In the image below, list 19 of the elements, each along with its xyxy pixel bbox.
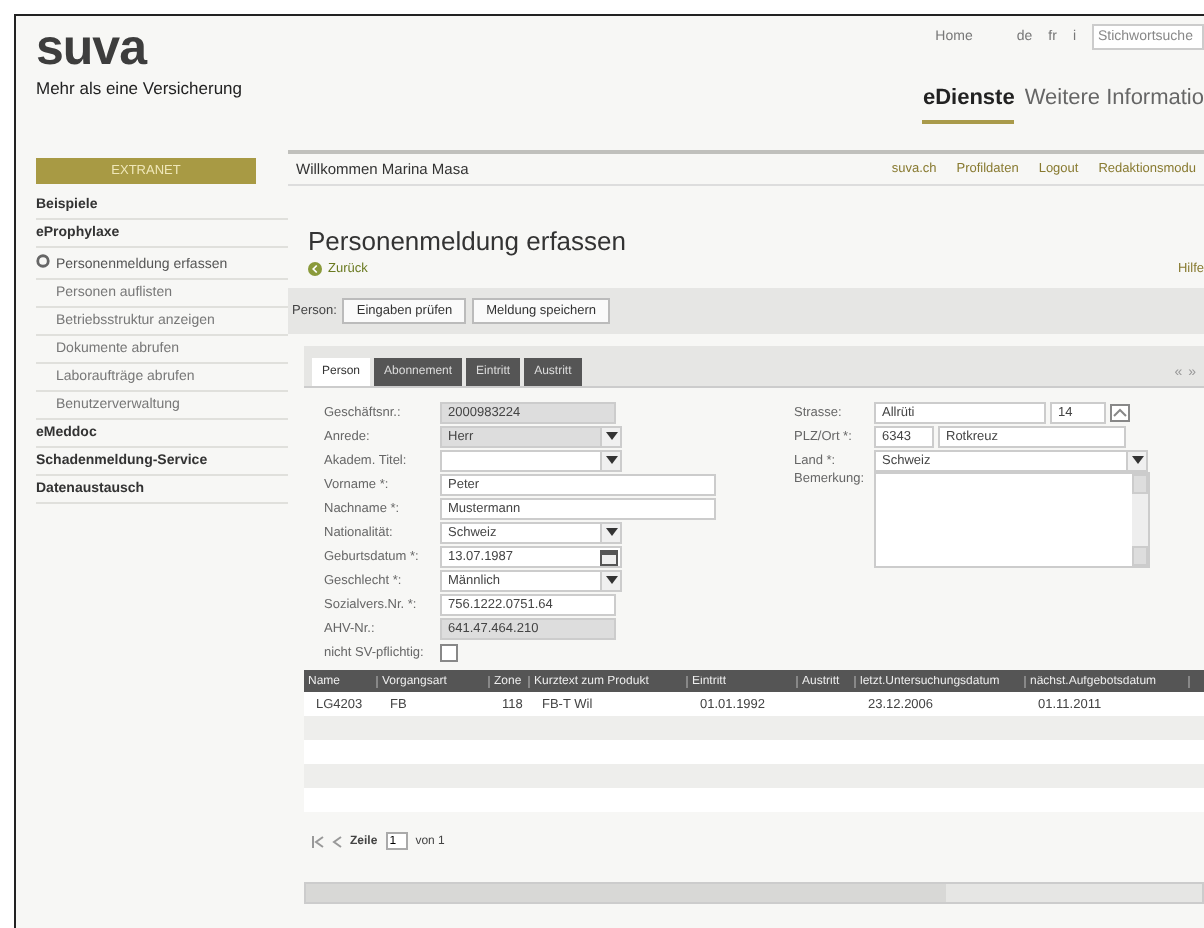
remark-textarea[interactable]	[874, 472, 1150, 568]
nav-tab[interactable]: eDienste	[922, 86, 1015, 124]
first-page-icon[interactable]	[312, 835, 324, 847]
back-icon	[308, 262, 322, 276]
caret-icon	[605, 432, 617, 440]
nav-tab[interactable]: Weitere Informatio	[1024, 86, 1204, 124]
address-icon[interactable]	[1110, 403, 1130, 421]
dropdown[interactable]	[440, 449, 622, 471]
checkbox[interactable]	[440, 643, 458, 661]
caret-icon	[1131, 456, 1143, 464]
caret-icon	[605, 456, 617, 464]
logo[interactable]: suva	[36, 24, 243, 72]
tagline: Mehr als eine Versicherung	[36, 78, 243, 98]
page-title: Personenmeldung erfassen	[308, 226, 628, 256]
caret-icon	[605, 528, 617, 536]
calendar-icon[interactable]	[600, 547, 618, 565]
previous-page-icon[interactable]	[332, 835, 342, 847]
caret-icon	[605, 576, 617, 584]
horizontal-scrollbar[interactable]	[304, 882, 1204, 904]
